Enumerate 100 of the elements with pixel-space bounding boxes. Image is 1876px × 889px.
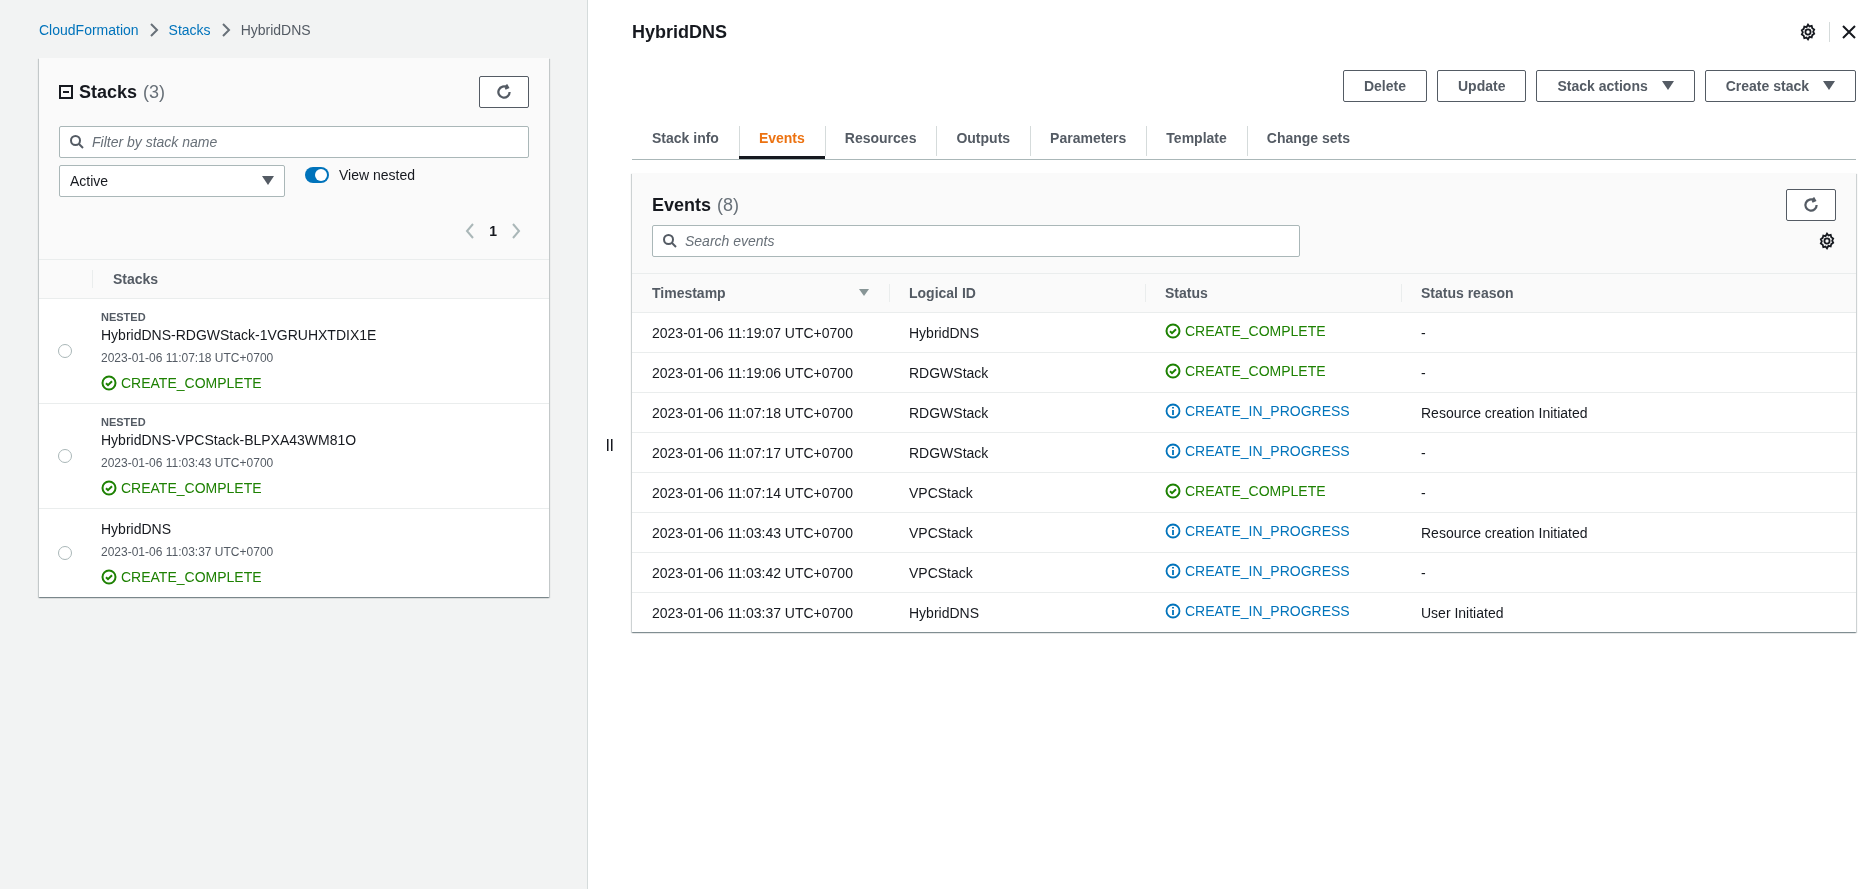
status-text: CREATE_IN_PROGRESS [1185, 563, 1350, 579]
toggle-switch[interactable] [305, 167, 329, 183]
table-cell: - [1421, 484, 1426, 501]
panel-title: Stacks [79, 81, 138, 103]
action-button[interactable]: Delete [1342, 70, 1427, 102]
settings-icon[interactable] [1799, 23, 1817, 41]
stack-count: (3) [143, 81, 166, 103]
stack-list-item[interactable]: NESTED HybridDNS-VPCStack-BLPXA43WM81O 2023-01-06 11:03:43 UTC+0700 CREATE_COMPLETE [39, 404, 549, 509]
breadcrumb-link[interactable]: Stacks [168, 22, 211, 38]
resize-handle-icon[interactable] [607, 438, 613, 451]
info-icon [1165, 403, 1181, 419]
stack-name: HybridDNS [101, 521, 172, 537]
check-circle-icon [101, 375, 117, 391]
table-cell: RDGWStack [909, 444, 989, 461]
status-text: CREATE_IN_PROGRESS [1185, 603, 1350, 619]
table-cell: 2023-01-06 11:07:14 UTC+0700 [652, 484, 853, 501]
stack-list-item[interactable]: NESTED HybridDNS-RDGWStack-1VGRUHXTDIX1E 2023-01-06 11:07:18 UTC+0700 CREATE_COMPLETE [39, 299, 549, 404]
tab[interactable]: Change sets [1246, 118, 1371, 159]
action-button[interactable]: Stack actions [1536, 70, 1695, 102]
info-icon [1165, 563, 1181, 579]
table-cell: 2023-01-06 11:07:18 UTC+0700 [652, 404, 853, 421]
table-cell: VPCStack [909, 564, 973, 581]
radio-button[interactable] [58, 449, 72, 463]
event-count: (8) [717, 194, 740, 216]
info-icon [1165, 523, 1181, 539]
table-cell: VPCStack [909, 484, 973, 501]
status-select[interactable]: Active [59, 165, 285, 197]
status-text: CREATE_IN_PROGRESS [1185, 523, 1350, 539]
column-header: Stacks [113, 271, 159, 287]
table-cell: HybridDNS [909, 604, 979, 621]
nested-label: NESTED [101, 311, 147, 323]
refresh-button[interactable] [479, 76, 529, 108]
table-cell: 2023-01-06 11:03:37 UTC+0700 [652, 604, 853, 621]
check-circle-icon [101, 480, 117, 496]
table-cell: 2023-01-06 11:19:06 UTC+0700 [652, 364, 853, 381]
refresh-icon [1802, 196, 1820, 214]
stack-name: HybridDNS-RDGWStack-1VGRUHXTDIX1E [101, 327, 377, 343]
table-cell: User Initiated [1421, 604, 1504, 621]
status-text: CREATE_COMPLETE [1185, 483, 1326, 499]
breadcrumb-link[interactable]: CloudFormation [39, 22, 139, 38]
collapse-icon[interactable] [59, 85, 73, 99]
nested-label: NESTED [101, 416, 147, 428]
table-cell: Resource creation Initiated [1421, 404, 1588, 421]
tab[interactable]: Resources [824, 118, 937, 159]
page-title: HybridDNS [632, 21, 727, 43]
info-icon [1165, 603, 1181, 619]
table-cell: RDGWStack [909, 364, 989, 381]
column-header: Logical ID [909, 285, 976, 301]
tab[interactable]: Template [1146, 118, 1247, 159]
stack-name: HybridDNS-VPCStack-BLPXA43WM81O [101, 432, 357, 448]
status-text: CREATE_COMPLETE [121, 375, 262, 391]
caret-down-icon [262, 176, 274, 186]
status-text: CREATE_COMPLETE [1185, 323, 1326, 339]
table-cell: 2023-01-06 11:03:43 UTC+0700 [652, 524, 853, 541]
check-circle-icon [1165, 483, 1181, 499]
table-cell: VPCStack [909, 524, 973, 541]
status-text: CREATE_COMPLETE [1185, 363, 1326, 379]
status-text: CREATE_COMPLETE [121, 480, 262, 496]
refresh-button[interactable] [1786, 189, 1836, 221]
chevron-right-icon [220, 23, 231, 37]
tab[interactable]: Stack info [632, 118, 739, 159]
check-circle-icon [101, 569, 117, 585]
tab[interactable]: Outputs [936, 118, 1031, 159]
caret-down-icon [1661, 81, 1674, 91]
settings-icon[interactable] [1818, 232, 1836, 250]
close-icon[interactable] [1842, 25, 1856, 39]
status-text: CREATE_IN_PROGRESS [1185, 403, 1350, 419]
table-cell: - [1421, 364, 1426, 381]
stack-time: 2023-01-06 11:03:37 UTC+0700 [101, 545, 274, 559]
status-text: CREATE_COMPLETE [121, 569, 262, 585]
table-cell: 2023-01-06 11:19:07 UTC+0700 [652, 324, 853, 341]
stack-time: 2023-01-06 11:07:18 UTC+0700 [101, 351, 275, 365]
table-cell: RDGWStack [909, 404, 989, 421]
page-number[interactable]: 1 [489, 223, 497, 239]
caret-down-icon [1823, 81, 1835, 91]
table-cell: 2023-01-06 11:07:17 UTC+0700 [652, 444, 853, 461]
radio-button[interactable] [58, 546, 72, 560]
table-cell: - [1421, 444, 1426, 461]
toggle-label: View nested [339, 167, 415, 183]
table-cell: 2023-01-06 11:03:42 UTC+0700 [652, 564, 853, 581]
table-cell: Resource creation Initiated [1421, 524, 1588, 541]
radio-button[interactable] [58, 344, 72, 358]
stack-time: 2023-01-06 11:03:43 UTC+0700 [101, 456, 275, 470]
column-header[interactable]: Timestamp [652, 285, 726, 301]
action-button[interactable]: Update [1437, 70, 1527, 102]
table-cell: - [1421, 564, 1426, 581]
chevron-right-icon [148, 23, 159, 37]
column-header: Status reason [1421, 285, 1514, 301]
action-button[interactable]: Create stack [1704, 70, 1856, 102]
search-icon [69, 134, 85, 150]
sort-icon[interactable] [859, 289, 869, 297]
table-cell: HybridDNS [909, 324, 979, 341]
filter-field[interactable]: Filter by stack name [59, 126, 529, 158]
tab[interactable]: Parameters [1030, 118, 1147, 159]
stack-list-item[interactable]: HybridDNS 2023-01-06 11:03:37 UTC+0700 CREATE_COMPLETE [39, 509, 549, 597]
refresh-icon [495, 83, 513, 101]
status-text: CREATE_IN_PROGRESS [1185, 443, 1350, 459]
panel-title: Events [652, 194, 712, 216]
search-field[interactable]: Search events [652, 225, 1300, 257]
column-header: Status [1165, 285, 1208, 301]
